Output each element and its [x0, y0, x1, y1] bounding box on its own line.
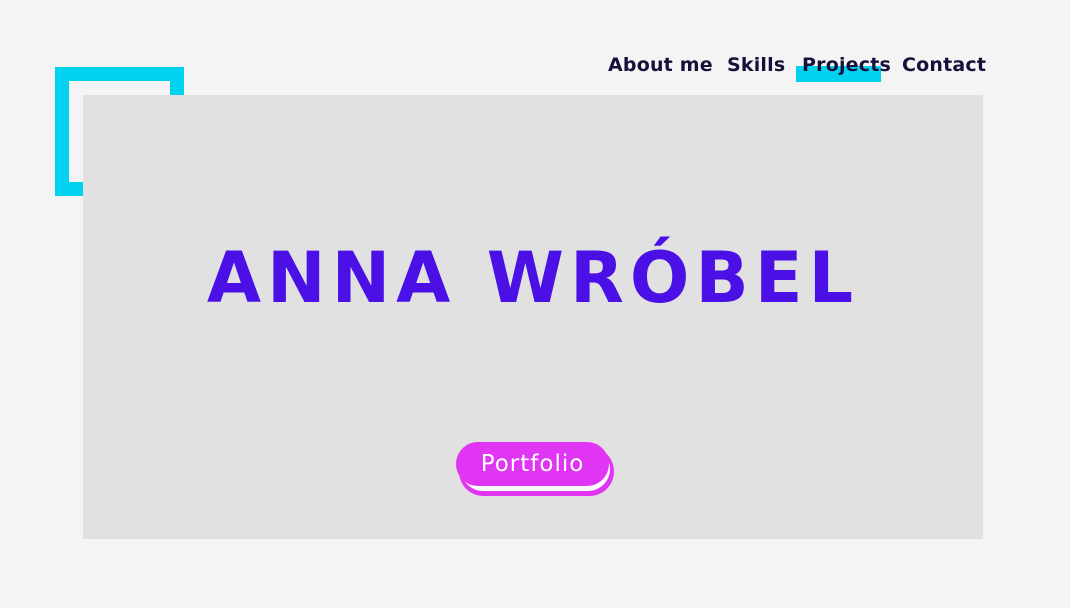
nav-about-label: About me: [608, 54, 713, 76]
hero-section: ANNA WRÓBEL Portfolio: [83, 95, 983, 539]
nav-projects-label: Projects: [802, 54, 892, 76]
nav-contact-label: Contact: [902, 54, 987, 76]
nav-skills-link[interactable]: Skills: [727, 52, 785, 82]
main-nav: About me Skills Projects Contact: [600, 52, 990, 82]
hero-title: ANNA WRÓBEL: [206, 237, 860, 319]
nav-skills-label: Skills: [727, 54, 786, 76]
portfolio-button[interactable]: Portfolio: [456, 442, 609, 486]
nav-projects-link[interactable]: Projects: [796, 52, 892, 82]
nav-about-link[interactable]: About me: [608, 52, 713, 82]
nav-contact-link[interactable]: Contact: [902, 52, 986, 82]
